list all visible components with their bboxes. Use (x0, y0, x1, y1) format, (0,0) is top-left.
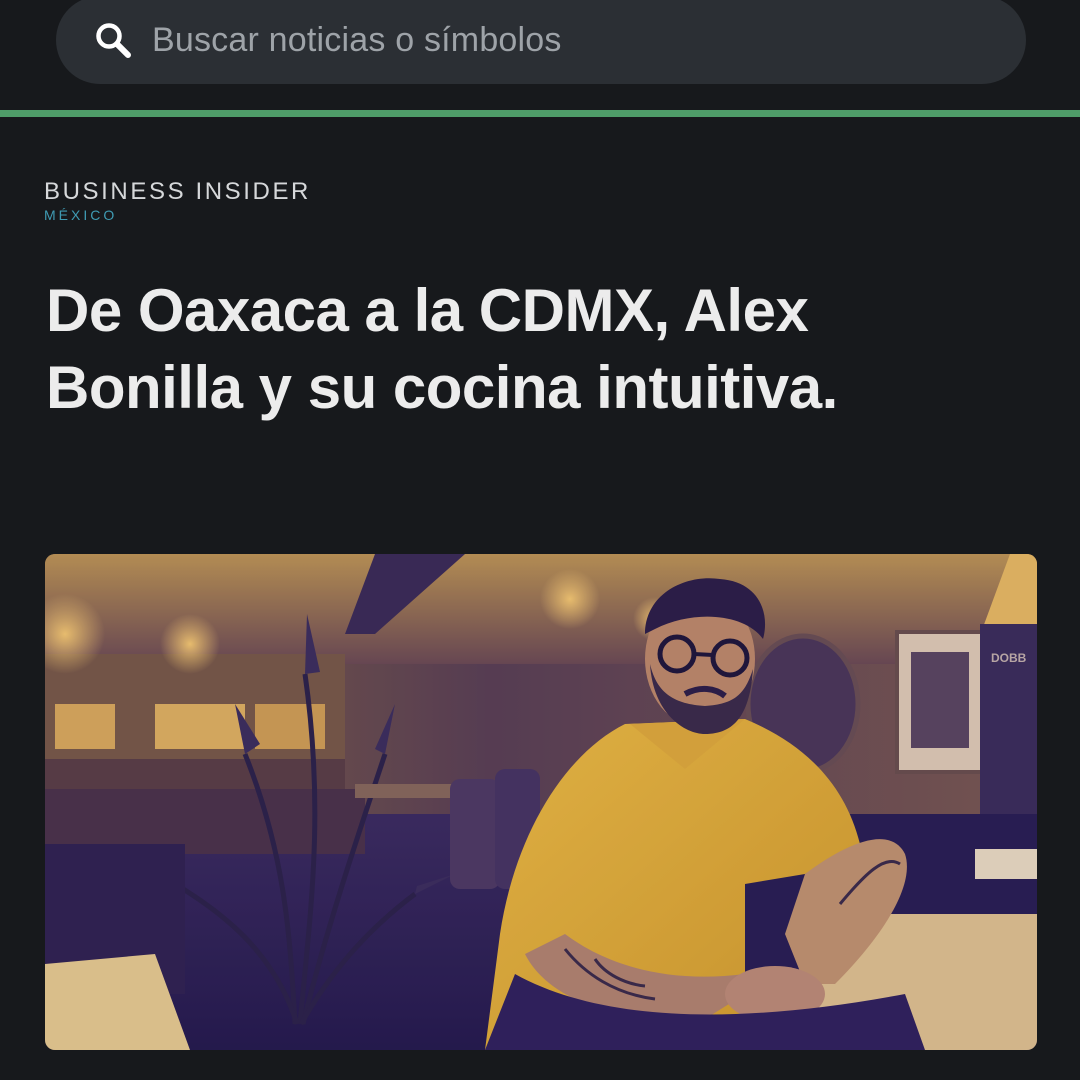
publication-edition: MÉXICO (44, 207, 118, 223)
hero-image[interactable]: DOBB (45, 554, 1037, 1050)
search-icon[interactable] (92, 19, 134, 61)
chef-photo: DOBB (45, 554, 1037, 1050)
publication-name: BUSINESS INSIDER (44, 178, 311, 205)
article-page: Buscar noticias o símbolos BUSINESS INSI… (0, 0, 1080, 1080)
publication-logo[interactable]: BUSINESS INSIDER MÉXICO (44, 178, 311, 224)
search-input[interactable]: Buscar noticias o símbolos (152, 21, 562, 60)
accent-divider (0, 110, 1080, 117)
article-headline: De Oaxaca a la CDMX, Alex Bonilla y su c… (46, 277, 838, 421)
search-bar[interactable]: Buscar noticias o símbolos (56, 0, 1026, 84)
